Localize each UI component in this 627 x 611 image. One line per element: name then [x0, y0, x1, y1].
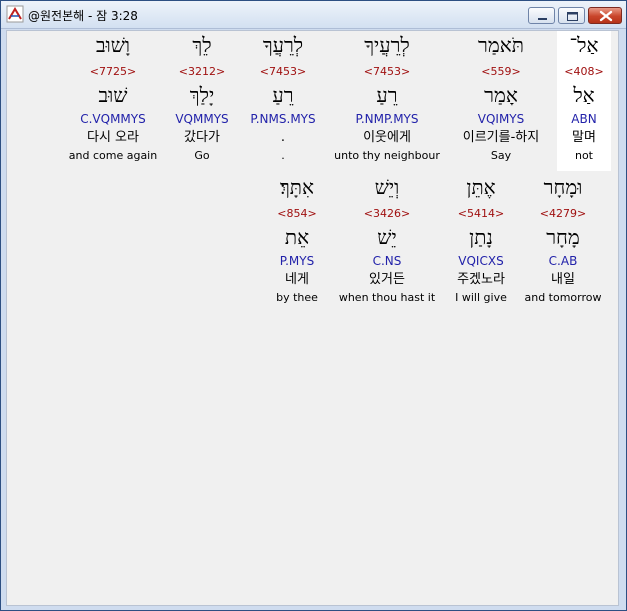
title-bar[interactable]: @원전본해 - 잠 3:28: [1, 1, 626, 29]
strong-number[interactable]: <4279>: [521, 207, 605, 221]
word-cell[interactable]: וּמָחָר <4279> מָחָר C.AB 내일 and tomorro…: [521, 173, 605, 313]
morphology-code: C.NS: [372, 254, 402, 268]
strong-number[interactable]: <7725>: [61, 65, 165, 79]
hebrew-word: וּמָחָר: [543, 175, 583, 199]
strong-number[interactable]: <408>: [557, 65, 611, 79]
korean-gloss: 있거든: [369, 272, 405, 287]
hebrew-word: לְרֵעֲךָ: [262, 33, 304, 57]
hebrew-word: וְיֵשׁ: [374, 175, 400, 199]
morphology-code: VQMMYS: [175, 112, 229, 126]
app-icon[interactable]: [6, 5, 24, 23]
word-cell[interactable]: אִתָּךְ׃ <854> אֵת P.MYS 네게 by thee: [265, 173, 329, 313]
korean-gloss: 갔다가: [184, 130, 220, 145]
hebrew-lemma: שׁוּב: [98, 83, 128, 107]
word-cell[interactable]: אַל־ <408> אַל ABN 말며 not: [557, 31, 611, 171]
korean-gloss: 다시 오라: [87, 130, 139, 145]
hebrew-lemma: יֵשׁ: [377, 225, 397, 249]
english-gloss: I will give: [455, 291, 507, 304]
korean-gloss: 이르기를-하지: [462, 130, 540, 145]
app-window: @원전본해 - 잠 3:28 אַל־ <408> אַל ABN 말며 not…: [0, 0, 627, 611]
english-gloss: .: [281, 149, 285, 162]
morphology-code: VQICXS: [458, 254, 504, 268]
word-cell[interactable]: וְיֵשׁ <3426> יֵשׁ C.NS 있거든 when thou ha…: [334, 173, 440, 313]
english-gloss: Say: [490, 149, 512, 162]
close-icon: [599, 10, 613, 22]
minimize-button[interactable]: [528, 7, 555, 24]
word-cell[interactable]: וָשׁוּב <7725> שׁוּב C.VQMMYS 다시 오라 and …: [61, 31, 165, 171]
morphology-code: P.MYS: [279, 254, 315, 268]
word-cell[interactable]: לְרֵעֲיךָ <7453> רֵעַ P.NMP.MYS 이웃에게 unt…: [330, 31, 444, 171]
morphology-code: ABN: [571, 112, 597, 126]
english-gloss: and tomorrow: [524, 291, 602, 304]
korean-gloss: 주겠노라: [457, 272, 505, 287]
word-cell[interactable]: לְרֵעֲךָ <7453> רֵעַ P.NMS.MYS . .: [243, 31, 323, 171]
morphology-code: C.VQMMYS: [80, 112, 146, 126]
korean-gloss: 내일: [551, 272, 575, 287]
korean-gloss: .: [280, 130, 286, 145]
morphology-code: C.AB: [548, 254, 578, 268]
minimize-icon: [538, 18, 547, 20]
hebrew-lemma: רֵעַ: [272, 83, 294, 107]
strong-number[interactable]: <3212>: [167, 65, 237, 79]
word-cell[interactable]: אֶתֵּן <5414> נָתַן VQICXS 주겠노라 I will g…: [445, 173, 517, 313]
hebrew-word: אֶתֵּן: [466, 175, 496, 199]
hebrew-word: אַל־: [569, 33, 599, 57]
morphology-code: P.NMP.MYS: [355, 112, 419, 126]
close-button[interactable]: [588, 7, 622, 24]
hebrew-lemma: אַל: [573, 83, 595, 107]
english-gloss: Go: [194, 149, 210, 162]
hebrew-word: תֹּאמַר: [478, 33, 524, 57]
window-title: @원전본해 - 잠 3:28: [28, 9, 138, 23]
hebrew-lemma: אָמַר: [484, 83, 518, 107]
hebrew-word: לֵךְ: [192, 33, 212, 57]
english-gloss: and come again: [68, 149, 158, 162]
english-gloss: when thou hast it: [338, 291, 436, 304]
strong-number[interactable]: <7453>: [243, 65, 323, 79]
hebrew-lemma: רֵעַ: [376, 83, 398, 107]
english-gloss: not: [574, 149, 593, 162]
maximize-button[interactable]: [558, 7, 585, 24]
korean-gloss: 네게: [285, 272, 309, 287]
english-gloss: by thee: [276, 291, 318, 304]
hebrew-word: וָשׁוּב: [95, 33, 131, 57]
hebrew-lemma: אֵת: [284, 225, 310, 249]
hebrew-lemma: יָלַךְ: [189, 83, 215, 107]
hebrew-lemma: נָתַן: [469, 225, 493, 249]
morphology-code: P.NMS.MYS: [250, 112, 316, 126]
morphology-code: VQIMYS: [477, 112, 525, 126]
strong-number[interactable]: <3426>: [334, 207, 440, 221]
korean-gloss: 말며: [572, 130, 596, 145]
hebrew-word: לְרֵעֲיךָ: [364, 33, 410, 57]
maximize-icon: [567, 12, 578, 21]
word-cell[interactable]: לֵךְ <3212> יָלַךְ VQMMYS 갔다가 Go: [167, 31, 237, 171]
korean-gloss: 이웃에게: [363, 130, 411, 145]
hebrew-lemma: מָחָר: [546, 225, 580, 249]
hebrew-word: אִתָּךְ׃: [279, 175, 315, 199]
english-gloss: unto thy neighbour: [334, 149, 440, 162]
strong-number[interactable]: <7453>: [330, 65, 444, 79]
interlinear-panel: אַל־ <408> אַל ABN 말며 not תֹּאמַר <559> …: [6, 30, 619, 606]
word-cell[interactable]: תֹּאמַר <559> אָמַר VQIMYS 이르기를-하지 Say: [451, 31, 551, 171]
strong-number[interactable]: <559>: [451, 65, 551, 79]
strong-number[interactable]: <5414>: [445, 207, 517, 221]
strong-number[interactable]: <854>: [265, 207, 329, 221]
